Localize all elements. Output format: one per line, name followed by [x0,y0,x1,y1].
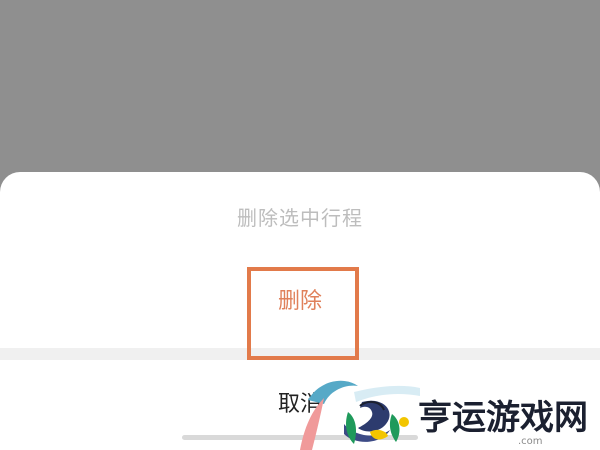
watermark: 亨运游戏网 .com [300,362,600,450]
sheet-title: 删除选中行程 [237,206,363,230]
watermark-logo-icon [300,380,420,450]
watermark-brand: 亨运游戏网 [418,398,588,438]
highlight-box [247,267,359,360]
watermark-domain: .com [518,436,543,447]
